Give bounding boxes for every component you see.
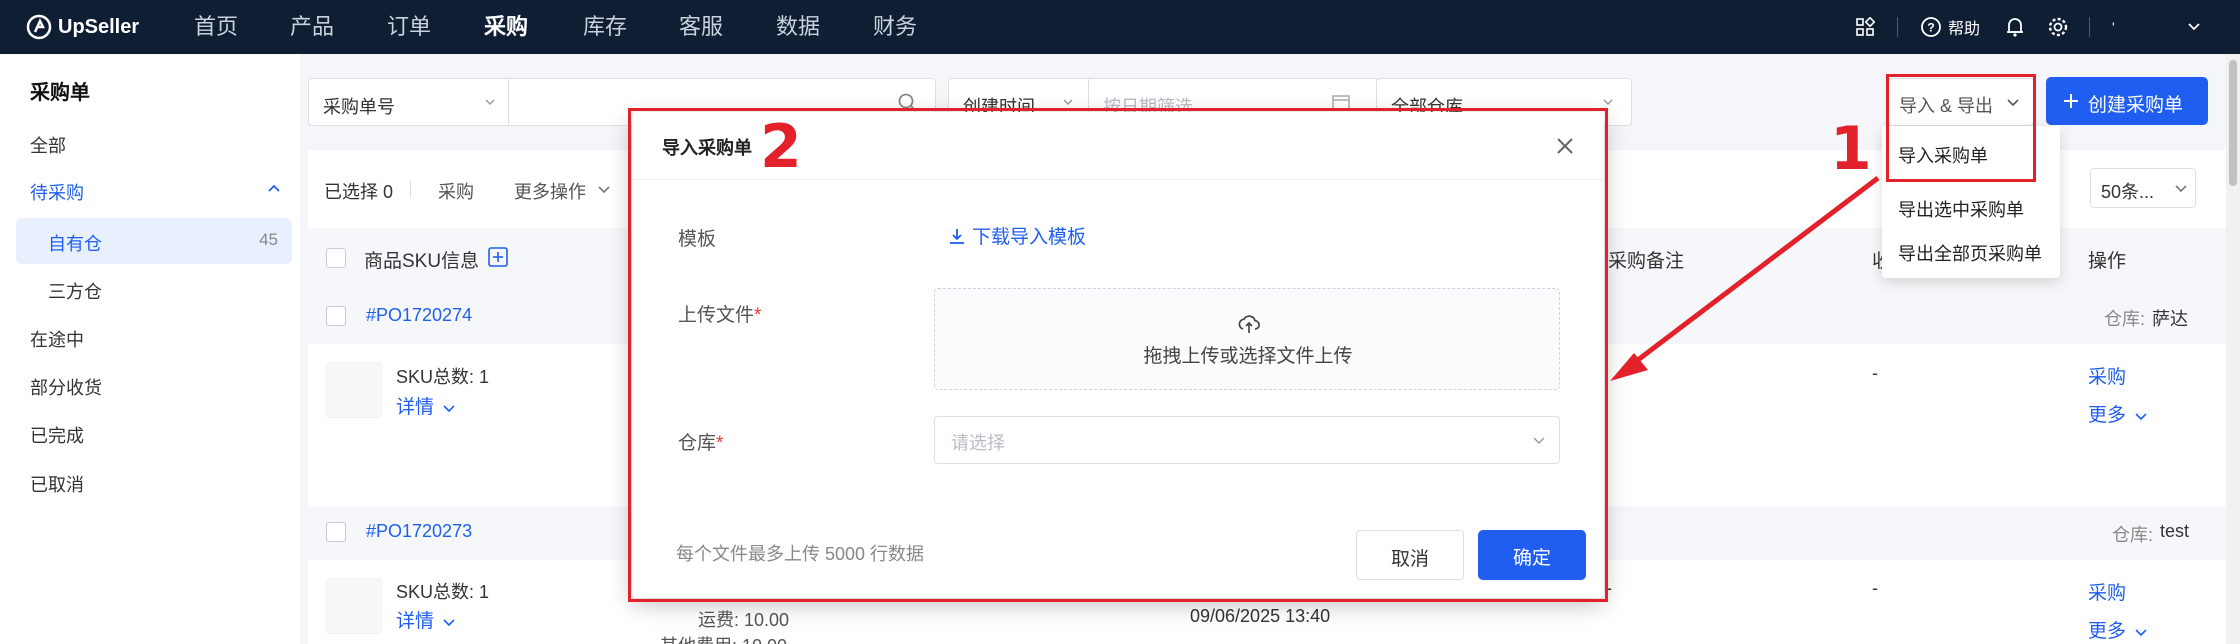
user-menu[interactable]: ' — [2112, 0, 2115, 54]
user-chevron-down-icon[interactable] — [2188, 23, 2200, 31]
chevron-up-icon[interactable] — [268, 184, 280, 192]
sidebar-title: 采购单 — [30, 82, 90, 104]
create-label: 创建采购单 — [2088, 95, 2184, 116]
row-more-menu[interactable]: 更多 — [2088, 400, 2147, 427]
user-name: ' — [2112, 19, 2115, 35]
help-icon: ? — [1921, 17, 1941, 37]
column-header-ops: 操作 — [2088, 251, 2127, 272]
selected-count: 已选择 0 — [324, 182, 394, 202]
nav-home[interactable]: 首页 — [194, 0, 238, 54]
nav-customer-service[interactable]: 客服 — [679, 0, 723, 54]
apps-grid-icon[interactable] — [1855, 17, 1875, 37]
nav-inventory[interactable]: 库存 — [583, 0, 627, 54]
search-type-value: 采购单号 — [323, 97, 395, 117]
sidebar-item-pending[interactable]: 待采购 — [30, 179, 84, 205]
divider — [410, 180, 411, 198]
product-thumbnail — [326, 362, 382, 418]
nav-purchase[interactable]: 采购 — [484, 0, 528, 54]
sidebar-item-third-party-warehouse[interactable]: 三方仓 — [16, 266, 292, 312]
sidebar-sub-label: 三方仓 — [48, 282, 102, 302]
sidebar-item-in-transit[interactable]: 在途中 — [30, 326, 84, 352]
sidebar-item-cancelled[interactable]: 已取消 — [30, 471, 84, 497]
po-number-link[interactable]: #PO1720273 — [366, 521, 472, 542]
po-number-link[interactable]: #PO1720274 — [366, 305, 472, 326]
receive-value: - — [1872, 363, 1878, 383]
create-purchase-order-button[interactable]: 创建采购单 — [2046, 77, 2208, 125]
chevron-down-icon — [2135, 629, 2147, 637]
row-more-label: 更多 — [2088, 405, 2127, 426]
help-button[interactable]: ? 帮助 — [1920, 0, 1980, 54]
chevron-down-icon — [2175, 185, 2187, 193]
svg-text:?: ? — [1927, 21, 1934, 35]
nav-finance[interactable]: 财务 — [873, 0, 917, 54]
sku-total: SKU总数: 1 — [396, 367, 490, 387]
detail-toggle[interactable]: 详情 — [396, 606, 455, 633]
page-size-value: 50条... — [2101, 182, 2155, 202]
sidebar-item-all[interactable]: 全部 — [30, 132, 66, 158]
row-more-label: 更多 — [2088, 621, 2127, 642]
row-more-menu[interactable]: 更多 — [2088, 616, 2147, 643]
nav-divider — [1897, 17, 1898, 37]
page-scrollbar[interactable] — [2226, 54, 2240, 644]
created-time: 09/06/2025 13:40 — [1190, 606, 1331, 626]
help-label: 帮助 — [1948, 21, 1981, 38]
product-thumbnail — [326, 578, 382, 634]
plus-icon — [2064, 94, 2078, 108]
upseller-logo[interactable]: UpSeller — [26, 14, 139, 40]
page-size-select[interactable]: 50条... — [2090, 168, 2196, 208]
column-header-sku: 商品SKU信息 — [364, 251, 480, 272]
add-column-icon[interactable] — [488, 247, 508, 267]
other-fee: 其他费用: 10.00 — [660, 632, 787, 644]
detail-label: 详情 — [396, 611, 435, 632]
chevron-down-icon — [598, 186, 610, 194]
warehouse-value: test — [2160, 521, 2190, 541]
warehouse-value: 萨达 — [2152, 309, 2188, 329]
select-all-checkbox[interactable] — [326, 248, 346, 268]
chevron-down-icon — [1063, 99, 1073, 105]
logo-icon — [26, 14, 52, 40]
top-navbar: UpSeller 首页 产品 订单 采购 库存 客服 数据 财务 ? 帮助 ' — [0, 0, 2240, 54]
annotation-step-1: 1 — [1830, 114, 1872, 184]
annotation-box-dialog — [628, 108, 1608, 602]
menu-item-export-selected[interactable]: 导出选中采购单 — [1898, 196, 2024, 222]
chevron-down-icon — [443, 619, 455, 627]
receive-value: - — [1872, 578, 1878, 598]
more-operations-button[interactable]: 更多操作 — [514, 178, 586, 204]
bulk-purchase-button[interactable]: 采购 — [438, 178, 474, 204]
warehouse-label: 仓库: — [2112, 525, 2154, 545]
sidebar-sub-count: 45 — [259, 230, 278, 249]
nav-orders[interactable]: 订单 — [387, 0, 431, 54]
logo-text: UpSeller — [58, 15, 140, 38]
sidebar: 采购单 全部 待采购 自有仓 45 三方仓 在途中 部分收货 已完成 已取消 — [0, 54, 300, 644]
nav-data[interactable]: 数据 — [776, 0, 820, 54]
row-purchase-link[interactable]: 采购 — [2088, 362, 2126, 389]
row-checkbox[interactable] — [326, 522, 346, 542]
nav-products[interactable]: 产品 — [290, 0, 334, 54]
chevron-down-icon — [485, 99, 495, 105]
nav-divider-2 — [2089, 17, 2090, 37]
freight-fee: 运费: 10.00 — [698, 610, 790, 630]
search-type-select[interactable]: 采购单号 — [309, 79, 509, 125]
row-checkbox[interactable] — [326, 306, 346, 326]
column-header-remark: 采购备注 — [1608, 251, 1685, 272]
chevron-down-icon — [1603, 99, 1613, 105]
gear-icon[interactable] — [2047, 16, 2069, 38]
row-purchase-link[interactable]: 采购 — [2088, 578, 2126, 605]
detail-label: 详情 — [396, 397, 435, 418]
sku-total: SKU总数: 1 — [396, 582, 490, 602]
menu-item-export-all[interactable]: 导出全部页采购单 — [1898, 240, 2042, 266]
annotation-box-import-menu — [1886, 74, 2036, 182]
warehouse-label: 仓库: — [2104, 309, 2146, 329]
detail-toggle[interactable]: 详情 — [396, 392, 455, 419]
chevron-down-icon — [2135, 413, 2147, 421]
sidebar-item-completed[interactable]: 已完成 — [30, 422, 84, 448]
annotation-step-2: 2 — [760, 112, 802, 182]
sidebar-item-partial-received[interactable]: 部分收货 — [30, 374, 102, 400]
bell-icon[interactable] — [2005, 16, 2025, 38]
sidebar-item-own-warehouse[interactable]: 自有仓 45 — [16, 218, 292, 264]
sidebar-sub-label: 自有仓 — [48, 234, 102, 254]
scrollbar-thumb[interactable] — [2229, 60, 2237, 186]
chevron-down-icon — [443, 405, 455, 413]
